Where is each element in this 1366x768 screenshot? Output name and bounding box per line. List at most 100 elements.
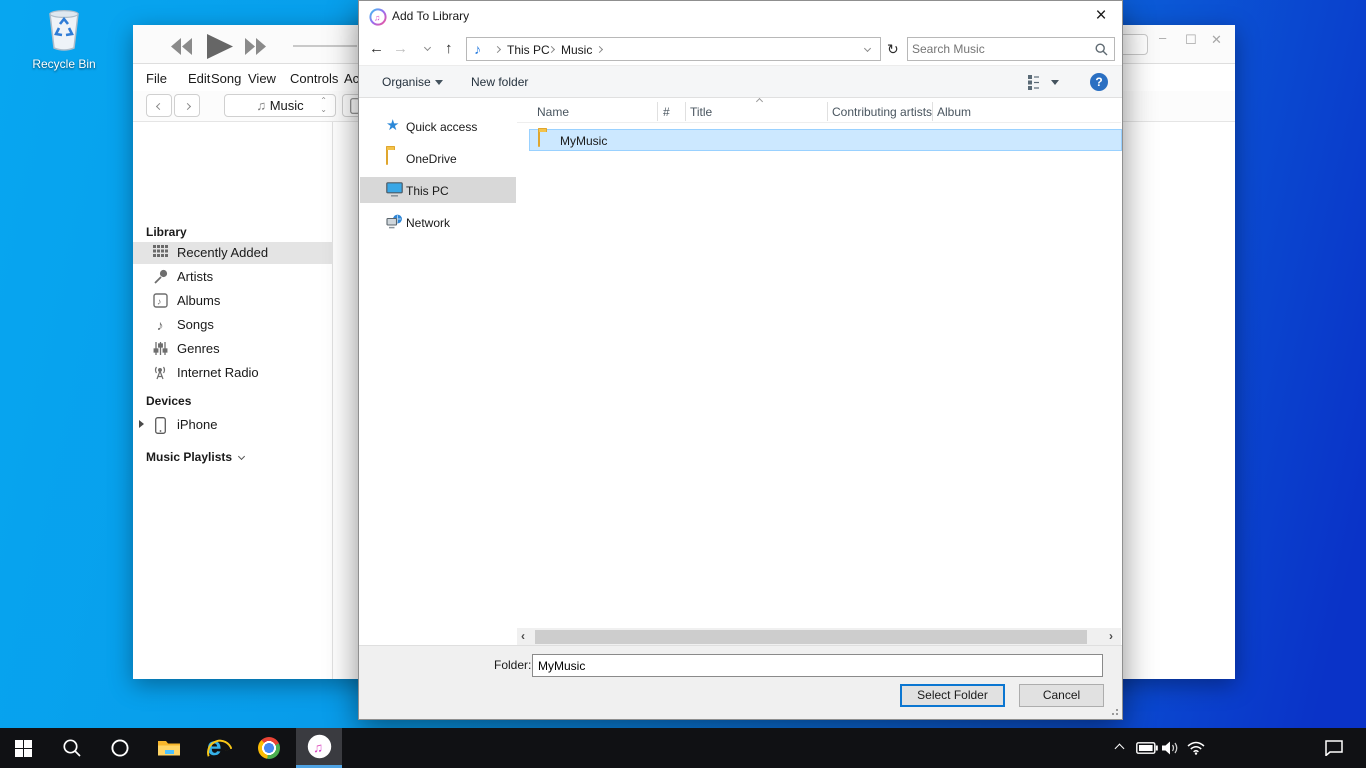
column-album[interactable]: Album: [937, 105, 971, 119]
svg-text:♫: ♫: [313, 740, 323, 755]
view-dropdown-icon[interactable]: [1051, 80, 1059, 85]
address-row: ← → ↑ ♪ This PC Music ↻: [359, 32, 1122, 65]
cancel-button[interactable]: Cancel: [1019, 684, 1104, 707]
taskbar-search-button[interactable]: [49, 728, 95, 768]
organise-dropdown-icon[interactable]: [435, 80, 443, 85]
up-icon[interactable]: ↑: [445, 40, 453, 57]
sidebar-item-artists[interactable]: Artists: [133, 266, 333, 288]
organise-button[interactable]: Organise: [382, 75, 431, 89]
search-icon: [62, 738, 82, 758]
wifi-icon[interactable]: [1187, 728, 1205, 768]
expander-icon[interactable]: [139, 420, 144, 428]
cortana-icon: [110, 738, 130, 758]
add-to-library-dialog: ♫ Add To Library × ← → ↑ ♪ This PC Music…: [358, 0, 1123, 720]
nav-item-network[interactable]: Network: [360, 209, 516, 235]
crumb-separator-icon[interactable]: [596, 46, 603, 53]
command-bar: Organise New folder ?: [359, 65, 1122, 98]
windows-logo-icon: [15, 740, 32, 757]
view-options-icon[interactable]: [1028, 75, 1044, 90]
help-icon[interactable]: ?: [1090, 73, 1108, 91]
sort-ascending-icon: [756, 98, 763, 105]
play-button[interactable]: [207, 34, 233, 59]
chrome-button[interactable]: [246, 728, 292, 768]
resize-grip[interactable]: [1108, 705, 1118, 715]
battery-icon[interactable]: [1136, 728, 1158, 768]
desktop: Recycle Bin – ☐ ✕ File Edit Song View: [0, 0, 1366, 768]
dialog-nav-pane: ★ Quick access OneDrive This PC Network: [359, 98, 517, 645]
sidebar-item-iphone[interactable]: iPhone: [133, 414, 333, 436]
search-icon[interactable]: [1095, 43, 1108, 56]
cortana-button[interactable]: [97, 728, 143, 768]
menu-song[interactable]: Song: [211, 71, 241, 86]
microphone-icon: [152, 269, 168, 285]
address-dropdown-icon[interactable]: [864, 45, 871, 52]
itunes-close-button[interactable]: ✕: [1211, 32, 1222, 48]
menu-controls[interactable]: Controls: [290, 71, 338, 86]
menu-view[interactable]: View: [248, 71, 276, 86]
rewind-button[interactable]: [171, 38, 193, 55]
address-bar[interactable]: ♪ This PC Music: [466, 37, 881, 61]
search-input[interactable]: [912, 39, 1090, 59]
refresh-icon[interactable]: ↻: [887, 41, 899, 58]
dialog-footer: Folder: Select Folder Cancel: [359, 645, 1122, 719]
sidebar-item-internet-radio[interactable]: Internet Radio: [133, 362, 333, 384]
itunes-minimize-button[interactable]: –: [1159, 30, 1166, 45]
library-header: Library: [146, 225, 187, 239]
scrollbar-thumb[interactable]: [535, 630, 1087, 644]
breadcrumb-this-pc[interactable]: This PC: [507, 43, 550, 57]
menu-edit[interactable]: Edit: [188, 71, 210, 86]
internet-explorer-icon: e: [206, 735, 232, 761]
nav-item-onedrive[interactable]: OneDrive: [360, 145, 516, 171]
nav-item-quick-access[interactable]: ★ Quick access: [360, 113, 516, 139]
itunes-forward-button[interactable]: [174, 94, 200, 117]
scroll-right-icon[interactable]: ›: [1109, 629, 1113, 643]
itunes-icon: ♫: [307, 734, 332, 759]
breadcrumb-music[interactable]: Music: [561, 43, 592, 57]
menu-file[interactable]: File: [146, 71, 167, 86]
itunes-taskbar-button[interactable]: ♫: [296, 728, 342, 768]
recent-locations-icon[interactable]: [424, 44, 431, 51]
volume-icon[interactable]: [1162, 728, 1180, 768]
volume-slider[interactable]: [293, 45, 357, 47]
new-folder-button[interactable]: New folder: [471, 75, 528, 89]
music-playlists-header[interactable]: Music Playlists: [146, 450, 244, 464]
scroll-left-icon[interactable]: ‹: [521, 629, 525, 643]
file-explorer-button[interactable]: [146, 728, 192, 768]
media-kind-selector[interactable]: ♫ Music ⌃⌄: [224, 94, 336, 117]
sidebar-item-songs[interactable]: ♪ Songs: [133, 314, 333, 336]
recycle-bin-shortcut[interactable]: Recycle Bin: [24, 6, 104, 80]
back-icon[interactable]: ←: [369, 40, 384, 57]
column-title[interactable]: Title: [690, 105, 712, 119]
star-icon: ★: [386, 118, 402, 134]
dialog-close-icon[interactable]: ×: [1088, 3, 1114, 29]
network-icon: [386, 214, 402, 230]
horizontal-scrollbar[interactable]: ‹ ›: [517, 628, 1121, 645]
column-contributing-artists[interactable]: Contributing artists: [832, 105, 932, 119]
folder-icon: [538, 132, 540, 146]
action-center-icon[interactable]: [1325, 728, 1343, 768]
dialog-titlebar: ♫ Add To Library ×: [359, 1, 1122, 32]
forward-icon[interactable]: →: [393, 40, 408, 57]
sidebar-item-albums[interactable]: ♪ Albums: [133, 290, 333, 312]
column-number[interactable]: #: [663, 105, 670, 119]
itunes-maximize-button[interactable]: ☐: [1185, 32, 1197, 48]
recycle-bin-label: Recycle Bin: [24, 57, 104, 71]
onedrive-folder-icon: [386, 150, 402, 166]
sidebar-item-recently-added[interactable]: Recently Added: [133, 242, 333, 264]
itunes-sidebar: Library Recently Added Artists ♪: [133, 122, 333, 679]
folder-name-input[interactable]: [532, 654, 1103, 677]
start-button[interactable]: [0, 728, 46, 768]
column-name[interactable]: Name: [537, 105, 569, 119]
crumb-separator-icon[interactable]: [494, 46, 501, 53]
internet-explorer-button[interactable]: e: [196, 728, 242, 768]
itunes-back-button[interactable]: [146, 94, 172, 117]
nav-item-this-pc[interactable]: This PC: [360, 177, 516, 203]
tray-expand-icon[interactable]: [1116, 728, 1123, 768]
iphone-icon: [152, 417, 168, 433]
note-icon: ♪: [152, 317, 168, 333]
sidebar-item-genres[interactable]: Genres: [133, 338, 333, 360]
file-row-mymusic[interactable]: MyMusic: [529, 129, 1122, 151]
search-box[interactable]: [907, 37, 1115, 61]
fast-forward-button[interactable]: [245, 38, 267, 55]
select-folder-button[interactable]: Select Folder: [900, 684, 1005, 707]
